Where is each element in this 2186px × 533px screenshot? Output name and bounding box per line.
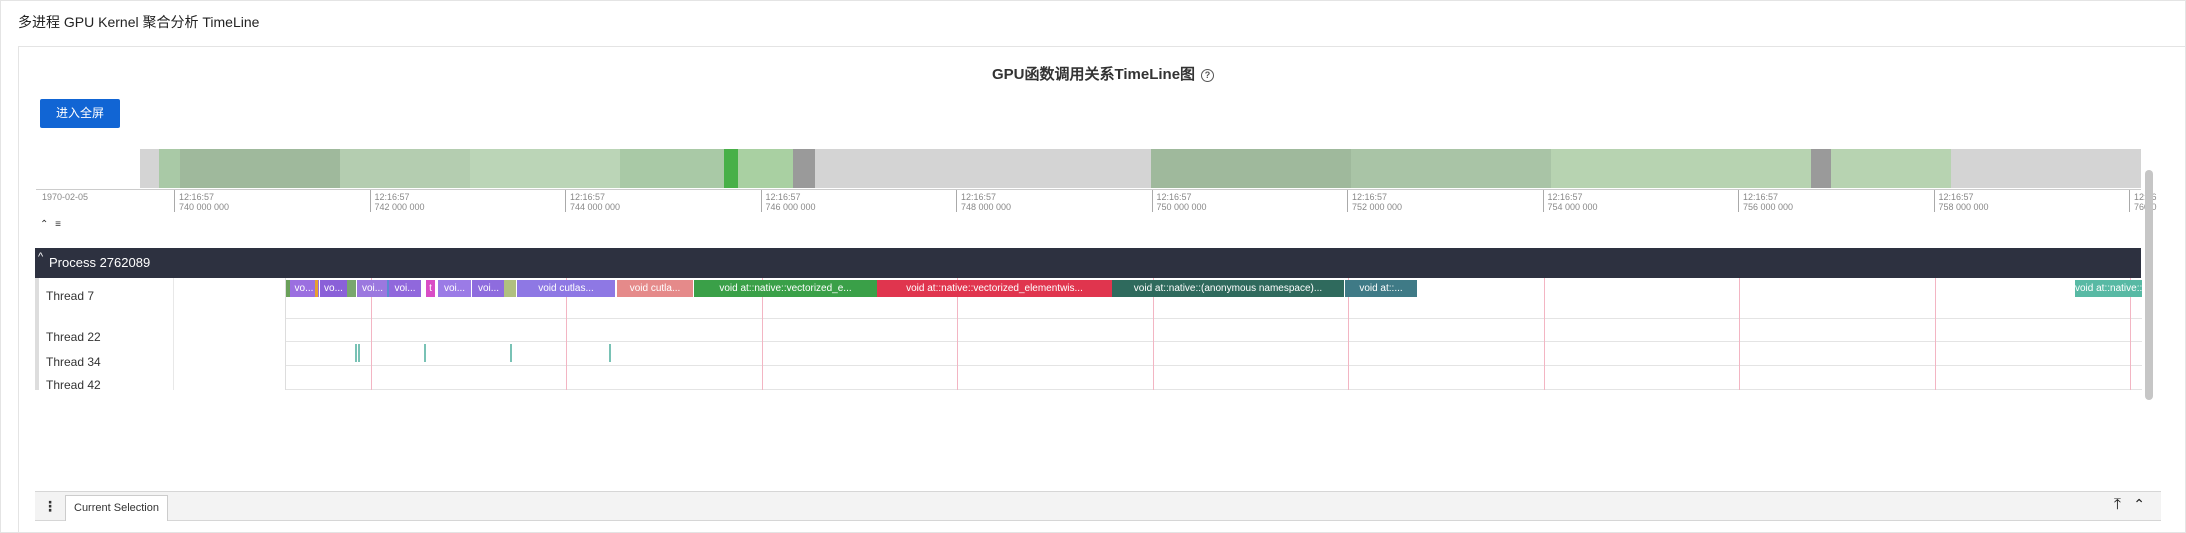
timeline-overview[interactable] (140, 149, 2141, 188)
ruler-tick: 12:16:57 752 000 000 (1347, 190, 1402, 212)
lane-divider (286, 365, 2142, 366)
kernel-block[interactable]: void at::native::vectorized_elementwis..… (877, 280, 1112, 297)
help-icon[interactable]: ? (1201, 69, 1215, 82)
ruler-tick-label: 12:16:57 742 000 000 (374, 192, 425, 212)
kernel-block[interactable]: voi... (472, 280, 505, 297)
chart-title-text: GPU函数调用关系TimeLine图 (991, 66, 1196, 83)
kernel-block[interactable]: t (426, 280, 435, 297)
kernel-block[interactable]: voi... (389, 280, 421, 297)
ruler-tick: 12:16:57 740 000 000 (174, 190, 229, 212)
kernel-block[interactable] (286, 280, 290, 297)
grid-line (1739, 278, 1740, 390)
thread-label: Thread 42 (46, 378, 101, 392)
ruler-tick: 12:16:57 746 000 000 (760, 190, 816, 212)
kernel-block[interactable]: void at::... (1345, 280, 1417, 297)
menu-icon[interactable]: ⋮ (43, 498, 57, 515)
overview-segment (1351, 149, 1551, 188)
ruler-tick-label: 12:16:57 752 000 000 (1352, 192, 1403, 212)
ruler-tick-label: 12:16:57 748 000 000 (961, 192, 1012, 212)
ruler-tick-label: 12:16:57 754 000 000 (1547, 192, 1598, 212)
kernel-marker[interactable] (510, 344, 512, 362)
grid-line (1543, 278, 1545, 390)
ruler-tick-label: 12:16:57 744 000 000 (570, 192, 621, 212)
kernel-block[interactable]: void cutlas... (517, 280, 615, 297)
label-divider (173, 278, 174, 390)
kernel-block[interactable]: void at::native::vectorized_e... (694, 280, 877, 297)
kernel-block[interactable]: vo... (320, 280, 347, 297)
kernel-block[interactable]: voi... (357, 280, 388, 297)
ruler-tick: 12:16:57 744 000 000 (565, 190, 620, 212)
thread-label: Thread 7 (46, 289, 95, 303)
kernel-marker[interactable] (424, 344, 426, 362)
overview-segment (470, 149, 620, 188)
chevron-up-icon[interactable]: ⌃ (2133, 496, 2145, 513)
overview-segment (180, 149, 340, 188)
time-ruler: 1970-02-05 12:16:57 740 000 000 12:16:57 74… (36, 189, 2157, 213)
kernel-block[interactable] (504, 280, 516, 297)
kernel-marker[interactable] (609, 344, 611, 362)
overview-segment (1811, 149, 1831, 188)
lane-divider (286, 341, 2142, 342)
tab-current-selection[interactable]: Current Selection (65, 495, 168, 521)
overview-segment (724, 149, 738, 188)
overview-segment (738, 149, 793, 188)
lane-divider (286, 389, 2142, 390)
ruler-tick-label: 12:16:57 758 000 000 (1938, 192, 1989, 212)
details-panel-bar: ⋮ Current Selection ⤒ ⌃ (35, 491, 2161, 521)
pin-top-icon[interactable]: ⤒ (2114, 496, 2121, 514)
kernel-block[interactable] (347, 280, 356, 297)
ruler-tick-label: 12:16:57 740 000 000 (179, 192, 230, 212)
overview-segment (793, 149, 815, 188)
caret-up-icon[interactable]: ^ (38, 242, 43, 272)
kernel-marker[interactable] (355, 344, 357, 362)
ruler-tick: 12:16760 0 (2129, 190, 2157, 212)
ruler-tick: 12:16:57 748 000 000 (956, 190, 1011, 212)
kernel-block[interactable]: void at::native::ele (2075, 280, 2142, 297)
process-name: Process 2762089 (49, 255, 151, 270)
overview-segment (340, 149, 470, 188)
ruler-tick: 12:16:57 754 000 000 (1542, 190, 1598, 212)
page-title: 多进程 GPU Kernel 聚合分析 TimeLine (18, 14, 260, 30)
overview-segment (1151, 149, 1351, 188)
ruler-tick: 12:16:57 758 000 000 (1933, 190, 1989, 212)
ruler-tick-label: 12:16:57 756 000 000 (1743, 192, 1794, 212)
vertical-scrollbar[interactable] (2145, 170, 2153, 400)
kernel-block[interactable] (387, 280, 389, 297)
fullscreen-button[interactable]: 进入全屏 (40, 99, 120, 128)
ruler-tick-label: 12:16:57 746 000 000 (765, 192, 816, 212)
kernel-marker[interactable] (358, 344, 360, 362)
track-toggles[interactable]: ⌃ ≡ (40, 219, 63, 230)
ruler-tick-label: 12:16:57 750 000 000 (1156, 192, 1207, 212)
kernel-block[interactable]: voi... (438, 280, 471, 297)
thread-label: Thread 22 (46, 330, 101, 344)
process-header[interactable]: ^ Process 2762089 (35, 248, 2141, 278)
thread-label: Thread 34 (46, 355, 101, 369)
thread-lanes[interactable]: vo... vo... voi... voi... t voi... voi... void … (285, 278, 2142, 390)
ruler-tick: 12:16:57 742 000 000 (369, 190, 425, 212)
chart-title: GPU函数调用关系TimeLine图? (19, 63, 2186, 84)
kernel-block[interactable] (315, 280, 318, 297)
track-left-bar (35, 278, 39, 390)
kernel-block[interactable]: void cutla... (617, 280, 693, 297)
grid-line (1934, 278, 1936, 390)
ruler-tick: 12:16:57 756 000 000 (1738, 190, 1793, 212)
kernel-block[interactable]: void at::native::(anonymous namespace)..… (1112, 280, 1344, 297)
lane-divider (286, 318, 2142, 319)
ruler-date: 1970-02-05 (42, 192, 89, 202)
process-track: ^ Process 2762089 Thread 7 Thread 22 Thr… (35, 248, 2142, 392)
ruler-tick: 12:16:57 750 000 000 (1151, 190, 1207, 212)
